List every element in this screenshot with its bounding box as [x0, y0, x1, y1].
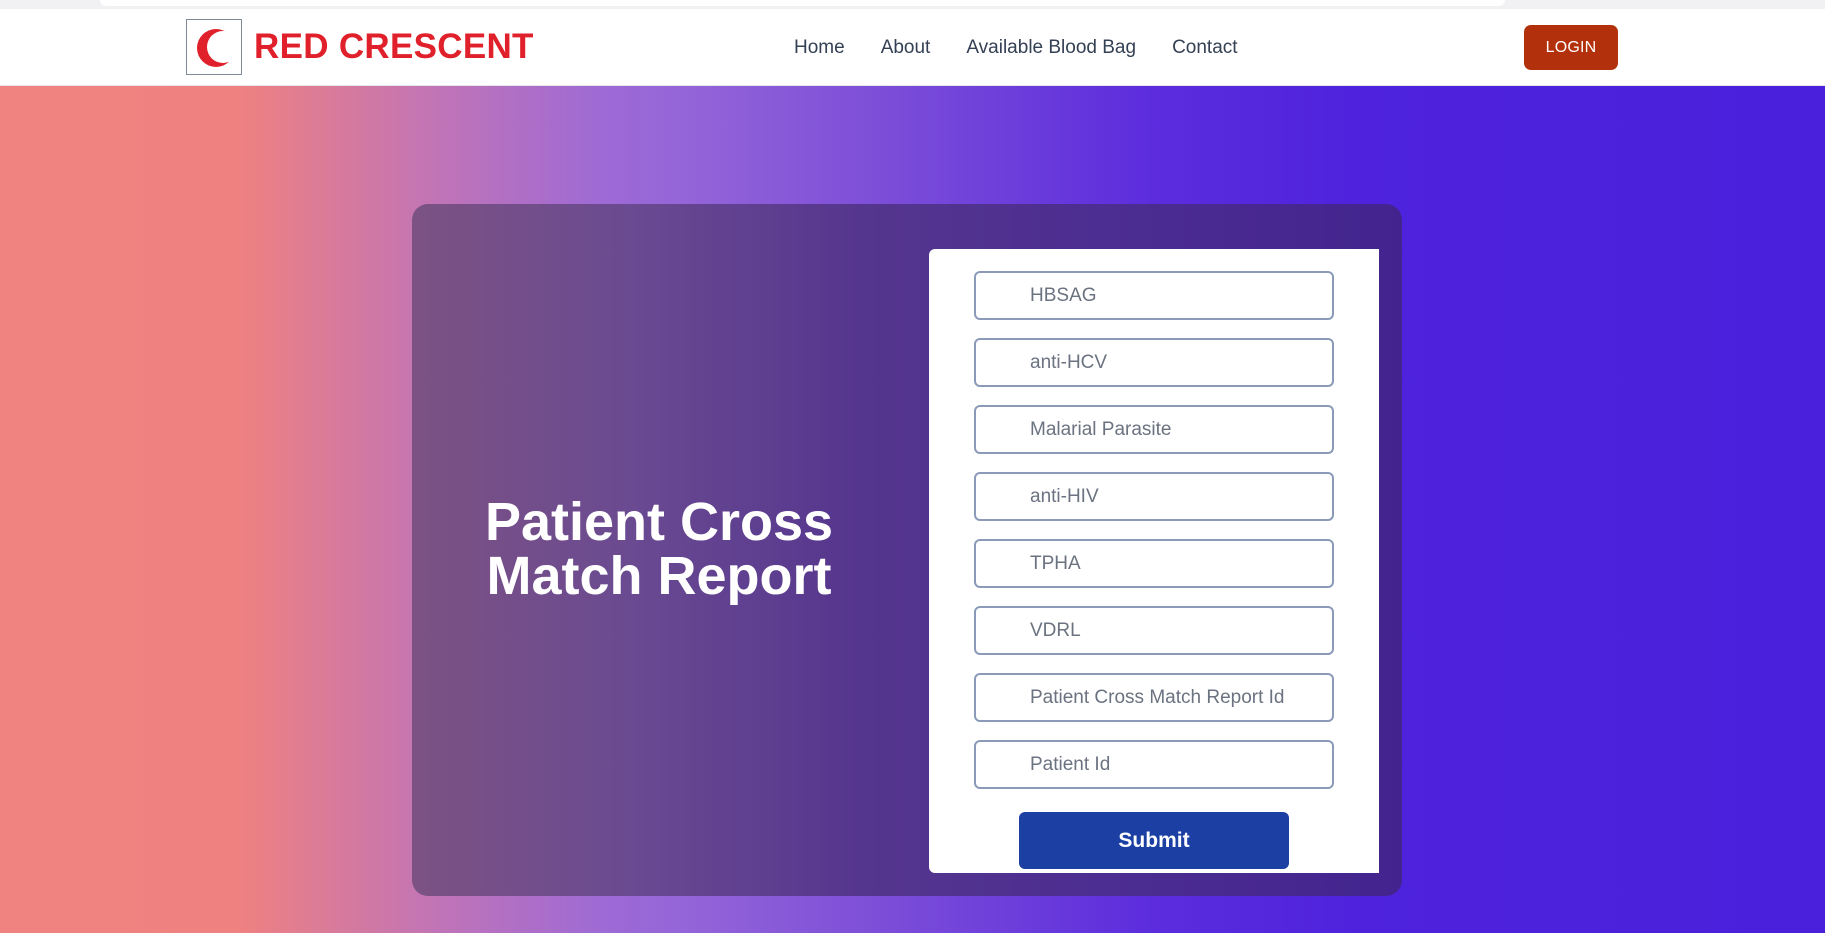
- page-title: Patient Cross Match Report: [484, 492, 834, 606]
- submit-button[interactable]: Submit: [1019, 812, 1289, 869]
- nav-home-link[interactable]: Home: [794, 37, 845, 59]
- red-crescent-icon: [197, 29, 237, 67]
- nav-about-link[interactable]: About: [881, 37, 931, 59]
- patient-cross-match-report-id-input[interactable]: [976, 675, 1332, 720]
- nav-contact-link[interactable]: Contact: [1172, 37, 1237, 59]
- anti-hiv-field-wrapper: [974, 472, 1334, 521]
- login-button[interactable]: LOGIN: [1524, 25, 1618, 70]
- hbsag-field-wrapper: [974, 271, 1334, 320]
- vdrl-input[interactable]: [976, 608, 1332, 653]
- vdrl-field-wrapper: [974, 606, 1334, 655]
- browser-top-strip: [0, 0, 1825, 9]
- main-nav: Home About Available Blood Bag Contact: [794, 37, 1274, 59]
- report-id-field-wrapper: [974, 673, 1334, 722]
- nav-available-blood-bag-link[interactable]: Available Blood Bag: [966, 37, 1136, 59]
- brand-name: RED CRESCENT: [254, 27, 534, 66]
- anti-hcv-input[interactable]: [976, 340, 1332, 385]
- malarial-parasite-field-wrapper: [974, 405, 1334, 454]
- tpha-input[interactable]: [976, 541, 1332, 586]
- patient-id-field-wrapper: [974, 740, 1334, 789]
- hbsag-input[interactable]: [976, 273, 1332, 318]
- anti-hcv-field-wrapper: [974, 338, 1334, 387]
- malarial-parasite-input[interactable]: [976, 407, 1332, 452]
- browser-tab-edge: [100, 0, 1505, 6]
- anti-hiv-input[interactable]: [976, 474, 1332, 519]
- patient-id-input[interactable]: [976, 742, 1332, 787]
- logo: [186, 19, 242, 75]
- brand[interactable]: RED CRESCENT: [186, 19, 534, 75]
- navbar: RED CRESCENT Home About Available Blood …: [0, 9, 1825, 86]
- tpha-field-wrapper: [974, 539, 1334, 588]
